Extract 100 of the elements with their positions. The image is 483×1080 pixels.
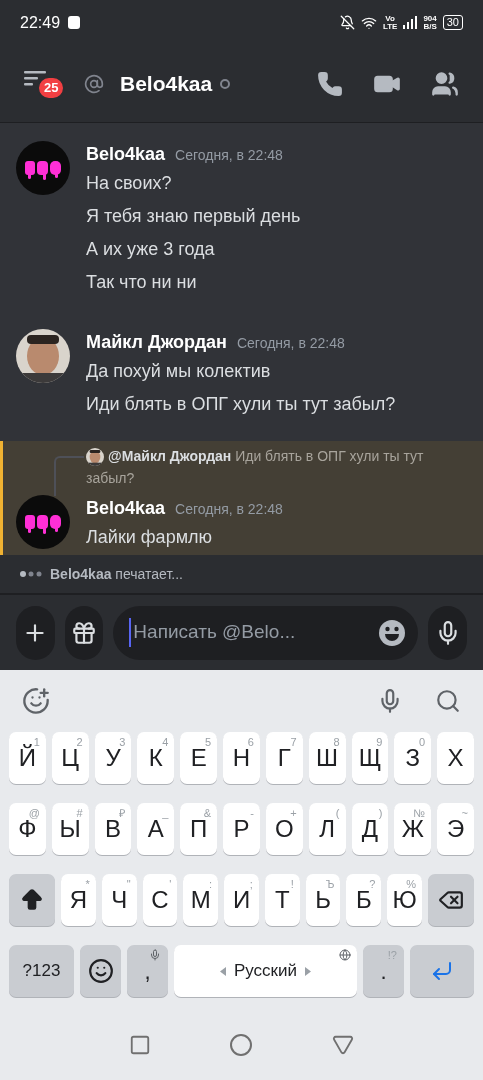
key-hint: ; — [249, 877, 253, 892]
key-hint: 4 — [162, 735, 169, 749]
timestamp: Сегодня, в 22:48 — [175, 500, 283, 519]
key-hint: 5 — [204, 735, 212, 749]
key-hint: _ — [162, 806, 169, 820]
message-text: Иди блять в ОПГ хули ты тут забыл? — [86, 393, 396, 416]
key[interactable]: Х — [437, 732, 474, 784]
key-hint: Ъ — [325, 877, 335, 891]
gift-icon — [71, 619, 97, 646]
author-name: Belo4kaa — [86, 497, 166, 520]
phone-icon[interactable] — [317, 70, 343, 97]
message-text: Так что ни ни — [86, 271, 198, 294]
reply-connector — [54, 456, 84, 496]
key[interactable]: " Ч — [101, 874, 137, 926]
key-hint: + — [290, 806, 297, 820]
space-key[interactable]: Русский — [174, 945, 357, 997]
key[interactable]: * Я — [61, 874, 96, 926]
key[interactable]: @ Ф — [9, 803, 46, 855]
emoji-key[interactable] — [80, 945, 121, 997]
key-hint: 8 — [333, 735, 340, 749]
key[interactable]: ₽ В — [94, 803, 132, 855]
message-text: А их уже 3 года — [86, 238, 216, 261]
key-hint: ? — [369, 877, 376, 891]
key[interactable]: ) Д — [351, 803, 389, 855]
key-hint: & — [203, 806, 212, 820]
key[interactable]: ; И — [224, 874, 259, 926]
mic-icon — [149, 949, 161, 961]
key[interactable]: - Р — [223, 803, 260, 855]
key[interactable]: + О — [265, 803, 303, 855]
key-hint: !? — [387, 948, 397, 963]
emoji-icon[interactable] — [378, 618, 407, 647]
battery-indicator: 30 — [442, 15, 463, 30]
bell-off-icon — [339, 15, 355, 30]
key[interactable]: : М — [183, 874, 219, 926]
back-icon[interactable] — [331, 1034, 354, 1056]
key-hint: ' — [169, 877, 172, 892]
voice-button[interactable] — [428, 605, 467, 660]
key-hint: 7 — [290, 735, 297, 749]
message-text: Я тебя знаю первый день — [86, 205, 301, 228]
enter-icon — [430, 959, 454, 983]
key-hint: 6 — [247, 735, 254, 749]
clock-time: 22:49 — [20, 12, 61, 33]
add-button[interactable] — [16, 605, 55, 660]
menu-icon — [24, 70, 46, 87]
members-icon[interactable] — [431, 69, 459, 98]
author-name: Майкл Джордан — [86, 331, 227, 354]
key[interactable]: % Ю — [387, 874, 423, 926]
speed-label: 904 B/S — [423, 14, 437, 31]
message-text: Лайки фармлю — [86, 526, 214, 549]
key-hint: ₽ — [119, 806, 126, 820]
shift-key[interactable] — [9, 874, 55, 926]
composer-field[interactable]: Написать @Belo... — [113, 605, 419, 660]
backspace-key[interactable] — [428, 874, 475, 926]
comma-key[interactable]: , — [127, 945, 168, 997]
key[interactable]: ~ Э — [437, 803, 474, 855]
status-icon — [220, 78, 231, 89]
reply-preview: @Майкл Джордан Иди блять в ОПГ хули ты тут забыл? — [86, 447, 425, 488]
timestamp: Сегодня, в 22:48 — [236, 334, 345, 353]
typing-dots-icon — [20, 571, 42, 577]
left-arrow-icon — [219, 966, 226, 976]
key-hint: 9 — [376, 735, 383, 749]
key[interactable]: # Ы — [51, 803, 89, 855]
key-hint: ! — [290, 877, 294, 892]
key[interactable]: ! Т — [264, 874, 300, 926]
symbols-key[interactable]: ?123 — [9, 945, 74, 997]
unread-badge: 25 — [37, 75, 66, 100]
key[interactable]: ? Б — [346, 874, 382, 926]
key-hint: ~ — [461, 806, 468, 820]
period-key[interactable]: !? . — [363, 945, 404, 997]
key[interactable]: & П — [180, 803, 218, 855]
key-hint: " — [126, 877, 131, 892]
right-arrow-icon — [305, 966, 312, 976]
sticker-icon[interactable] — [22, 687, 50, 715]
shift-icon — [19, 887, 45, 913]
key-hint: № — [413, 806, 426, 820]
gift-button[interactable] — [64, 605, 104, 660]
home-icon[interactable] — [229, 1033, 254, 1057]
message-text: На своих? — [86, 172, 173, 195]
volte-label: Vo LTE — [382, 14, 398, 31]
recents-icon[interactable] — [129, 1034, 152, 1056]
search-icon[interactable] — [435, 688, 461, 714]
typing-indicator: Belo4kaa печатает... — [50, 564, 183, 584]
at-icon — [84, 73, 104, 94]
globe-icon — [339, 949, 351, 961]
key[interactable]: ( Л — [308, 803, 346, 855]
key-hint: ( — [335, 806, 340, 821]
key-hint: ) — [378, 806, 383, 821]
key-hint: @ — [28, 806, 40, 820]
signal-icon — [403, 16, 418, 29]
key[interactable]: ' С — [142, 874, 178, 926]
key-hint: * — [85, 877, 90, 892]
author-name: Belo4kaa — [86, 143, 166, 166]
key-hint: 0 — [419, 735, 426, 750]
key[interactable]: _ А — [137, 803, 175, 855]
key-hint: - — [250, 806, 254, 821]
timestamp: Сегодня, в 22:48 — [175, 146, 283, 165]
key-hint: # — [76, 806, 83, 820]
key[interactable]: № Ж — [394, 803, 432, 855]
key-hint: % — [406, 877, 417, 891]
key-hint: 1 — [33, 735, 40, 748]
